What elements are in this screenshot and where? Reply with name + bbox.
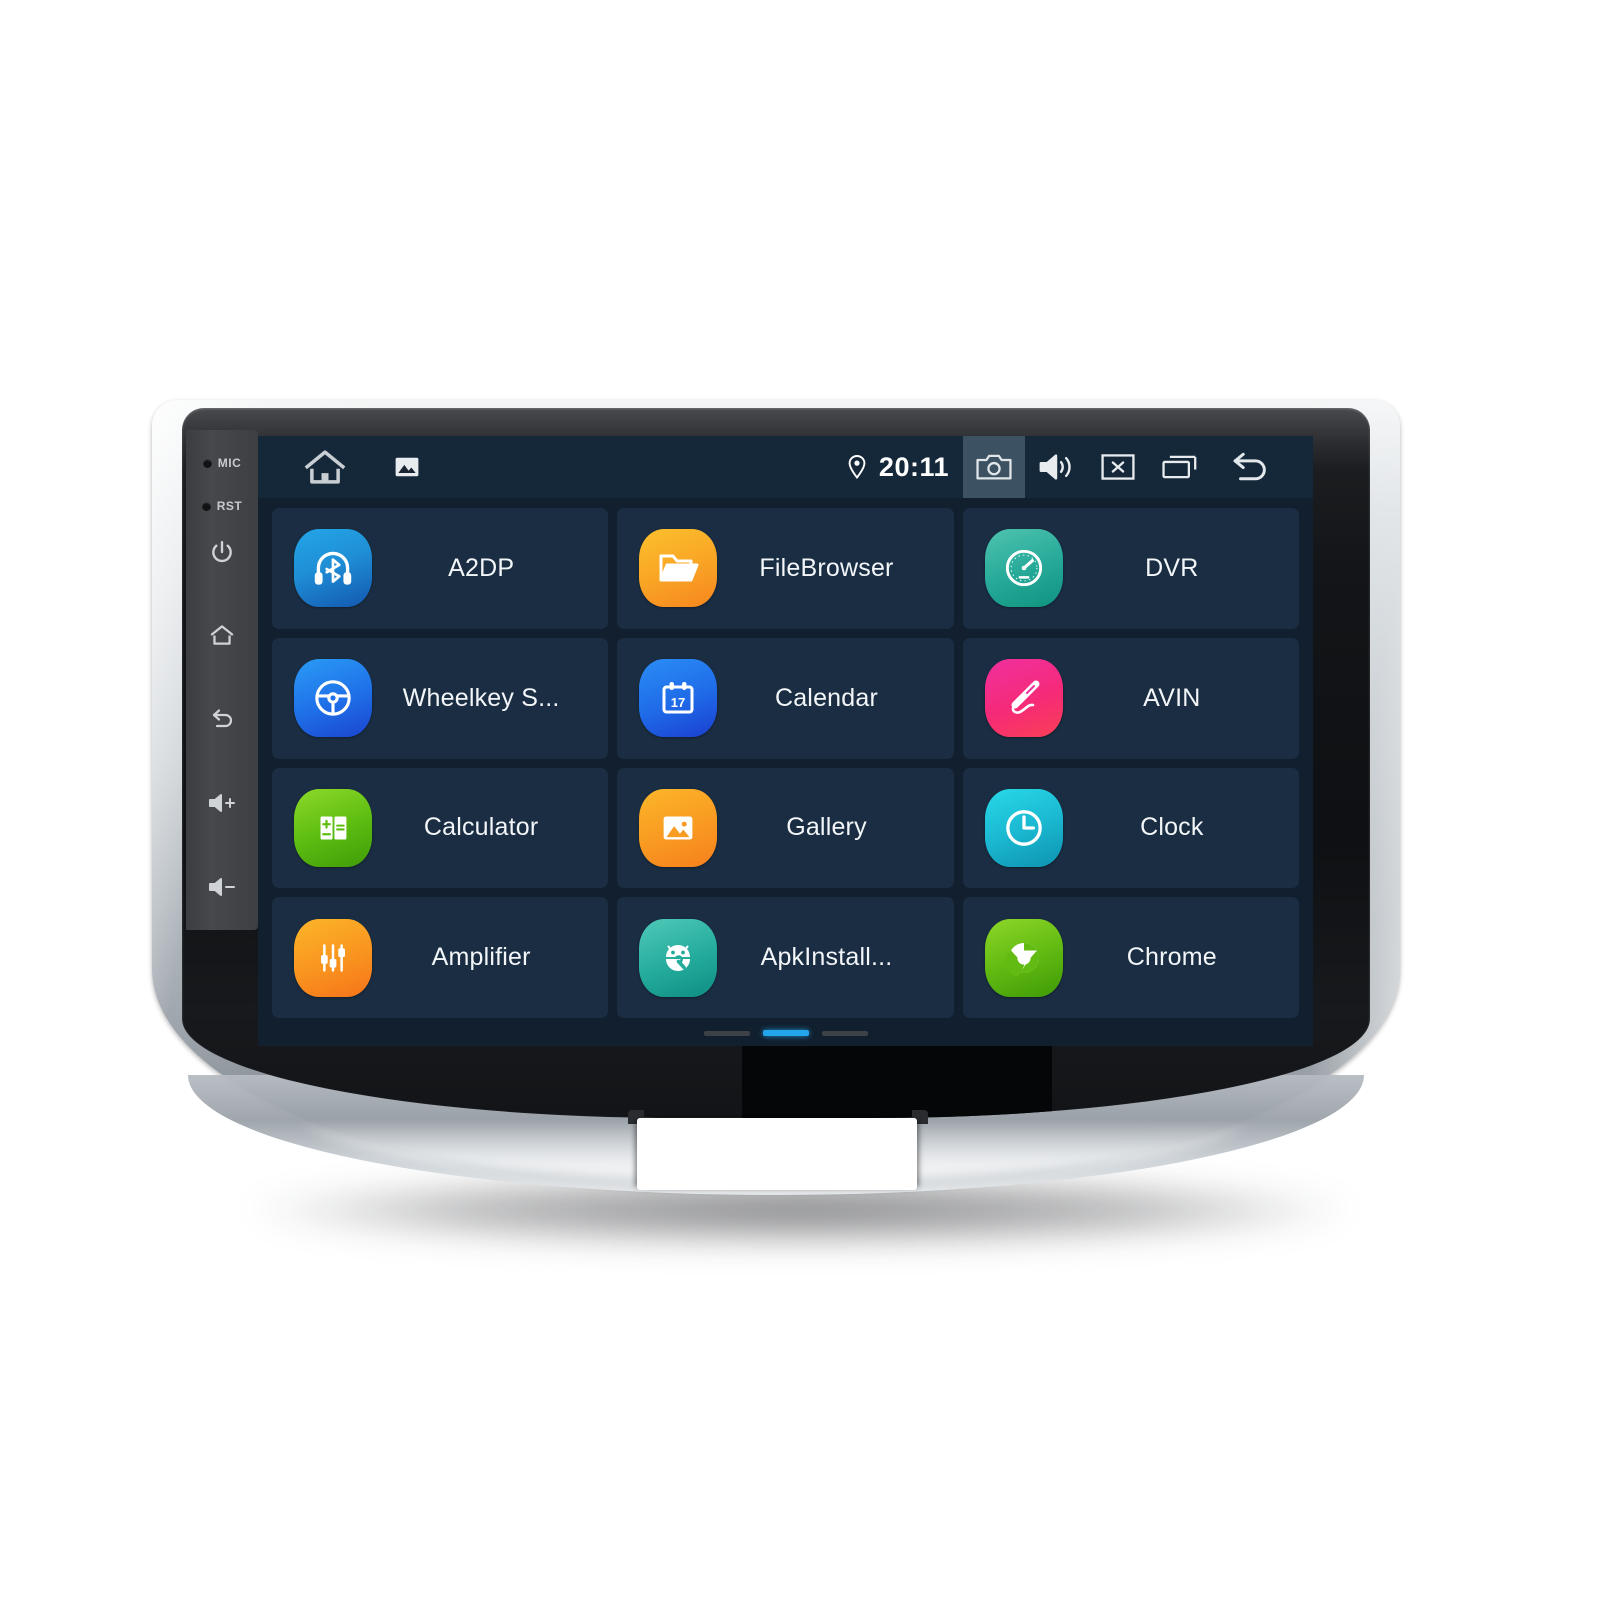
power-icon [209,539,235,565]
status-camera-button[interactable] [963,436,1025,498]
app-label: Clock [1140,813,1204,842]
gauge-icon [984,529,1063,608]
page-dot-2[interactable] [762,1030,809,1036]
screenshot-stage: MIC RST 20:11 A2DP FileBrowser DVR Wheel… [0,0,1600,1600]
mic-indicator: MIC [186,450,258,476]
calculator-icon [294,788,372,867]
app-tile-amplifier[interactable]: Amplifier [272,897,609,1018]
app-tile-calendar[interactable]: 17 Calendar [617,637,954,759]
hardkey-strip: MIC RST [186,430,258,930]
status-bar: 20:11 [258,436,1313,498]
volume-icon [1037,451,1075,483]
volume-down-icon [206,875,238,899]
app-label: Amplifier [431,943,531,972]
page-dot-1[interactable] [703,1030,750,1036]
app-label: DVR [1145,553,1199,582]
camera-icon [975,451,1013,483]
app-tile-avin[interactable]: AVIN [962,637,1299,759]
volume-up-key[interactable] [186,786,258,820]
android-wrench-icon [639,918,718,997]
home-key[interactable] [186,618,258,652]
equalizer-icon [294,918,372,997]
app-label: Wheelkey S... [402,683,560,712]
app-label: Calculator [423,813,539,842]
audio-jack-icon [984,659,1063,738]
image-icon [639,788,718,867]
home-icon [208,622,236,648]
app-label: AVIN [1143,683,1201,712]
app-tile-apkinstaller[interactable]: ApkInstall... [617,897,954,1018]
location-pin-icon [846,454,868,480]
folder-icon [639,529,718,608]
app-label: FileBrowser [759,553,894,582]
status-recents-button[interactable] [1149,436,1211,498]
calendar-day-badge: 17 [671,695,685,710]
dot-indicator-icon [201,501,211,511]
app-tile-dvr[interactable]: DVR [962,508,1299,629]
bluetooth-headphones-icon [294,529,372,608]
recent-apps-icon [1161,452,1199,482]
app-grid: A2DP FileBrowser DVR Wheelkey S... 17 Ca… [258,498,1313,1018]
calendar-icon: 17 [639,659,718,738]
status-gallery-button[interactable] [364,436,450,498]
app-label: A2DP [448,553,515,582]
app-tile-calculator[interactable]: Calculator [272,767,609,889]
page-indicator[interactable] [258,1028,1313,1038]
back-arrow-icon [1227,450,1273,484]
app-label: Calendar [774,683,879,712]
close-box-icon [1100,452,1136,482]
status-clock: 20:11 [878,452,949,482]
status-bar-left [258,436,450,498]
power-key[interactable] [186,535,258,569]
app-tile-filebrowser[interactable]: FileBrowser [617,508,954,629]
back-arrow-icon [208,706,236,732]
chrome-icon [984,918,1063,997]
reset-indicator[interactable]: RST [186,493,258,519]
mic-indicator-label: MIC [217,456,242,470]
app-label: Chrome [1126,943,1217,972]
status-back-button[interactable] [1211,436,1289,498]
app-tile-gallery[interactable]: Gallery [617,767,954,889]
status-home-button[interactable] [286,436,364,498]
page-dot-3[interactable] [821,1030,868,1036]
app-tile-chrome[interactable]: Chrome [962,897,1299,1018]
status-location-indicator [839,436,875,498]
reset-indicator-label: RST [216,499,243,513]
app-label: Gallery [786,813,867,842]
bottom-connector-cutout [637,1118,917,1190]
app-label: ApkInstall... [760,943,893,972]
steering-wheel-icon [294,659,372,738]
dot-indicator-icon [202,458,212,468]
app-tile-clock[interactable]: Clock [962,767,1299,889]
app-tile-wheelkey[interactable]: Wheelkey S... [272,637,609,759]
status-bar-right: 20:11 [839,436,1313,498]
back-key[interactable] [186,702,258,736]
clock-icon [984,788,1063,867]
home-icon [302,446,348,488]
android-screen: 20:11 A2DP FileBrowser DVR Wheelkey S...… [258,436,1313,1046]
status-volume-button[interactable] [1025,436,1087,498]
app-tile-a2dp[interactable]: A2DP [272,508,609,629]
status-close-button[interactable] [1087,436,1149,498]
image-icon [394,454,420,480]
volume-up-icon [206,791,238,815]
volume-down-key[interactable] [186,870,258,904]
